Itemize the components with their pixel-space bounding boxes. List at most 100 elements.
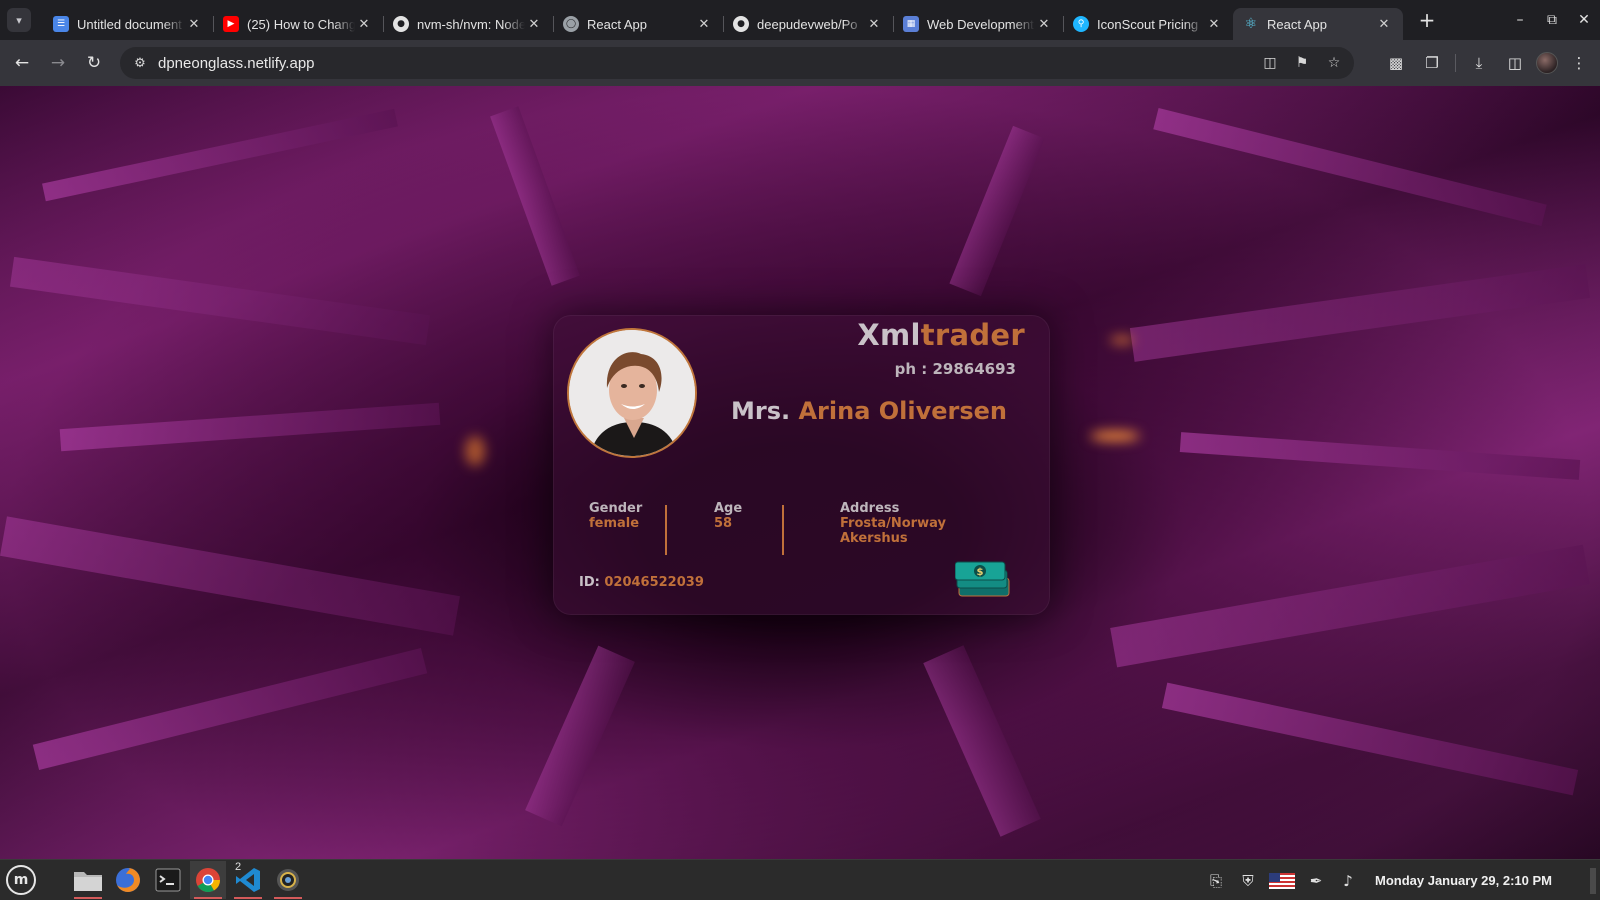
minimize-icon[interactable]: – <box>1504 12 1536 28</box>
toolbar-divider <box>1455 54 1456 72</box>
brand-part-2: trader <box>920 318 1025 352</box>
tab-nvm[interactable]: ● nvm-sh/nvm: Node ✕ <box>383 8 553 40</box>
close-icon[interactable]: ✕ <box>1375 17 1393 32</box>
tab-react-app-1[interactable]: ◯ React App ✕ <box>553 8 723 40</box>
close-icon[interactable]: ✕ <box>865 17 883 32</box>
tab-title: (25) How to Change <box>247 16 355 32</box>
profile-card: Xmltrader ph : 29864693 Mrs. Arina Olive… <box>553 315 1050 615</box>
screenshot-icon[interactable] <box>270 861 306 899</box>
shield-icon[interactable]: ⛨ <box>1237 872 1259 890</box>
tab-title: IconScout Pricing <box>1097 16 1199 32</box>
new-tab-button[interactable]: + <box>1415 8 1439 32</box>
page-viewport: Xmltrader ph : 29864693 Mrs. Arina Olive… <box>0 86 1600 859</box>
age-field: Age 58 <box>714 501 742 531</box>
bookmark-star-icon[interactable]: ☆ <box>1322 55 1346 71</box>
forward-icon[interactable]: → <box>40 53 76 73</box>
tab-title: deepudevweb/Po <box>757 16 858 32</box>
address-bar[interactable]: ⚙ dpneonglass.netlify.app ◫ ⚑ ☆ <box>120 47 1354 79</box>
tab-youtube[interactable]: ▶ (25) How to Change ✕ <box>213 8 383 40</box>
close-icon[interactable]: ✕ <box>1035 17 1053 32</box>
tab-deepudevweb[interactable]: ● deepudevweb/Po ✕ <box>723 8 893 40</box>
close-icon[interactable]: ✕ <box>355 17 373 32</box>
profile-photo-image <box>569 330 695 456</box>
music-note-icon[interactable]: ♪ <box>1337 872 1359 890</box>
tab-strip: ▾ ☰ Untitled document ✕ ▶ (25) How to Ch… <box>0 0 1600 40</box>
react-icon: ⚛ <box>1244 16 1258 32</box>
github-icon: ● <box>733 16 749 32</box>
brand-part-1: Xml <box>857 318 921 352</box>
omnibox-actions: ◫ ⚑ ☆ <box>1258 55 1346 71</box>
brand-logo-text: Xmltrader <box>857 318 1025 352</box>
back-icon[interactable]: ← <box>4 53 40 73</box>
iconscout-icon: ⚲ <box>1073 16 1089 32</box>
clock[interactable]: Monday January 29, 2:10 PM <box>1375 873 1552 888</box>
download-icon[interactable]: ⤓ <box>1464 54 1494 72</box>
name-title: Mrs. <box>731 397 791 425</box>
clipboard-icon[interactable]: ⎘ <box>1205 872 1227 890</box>
id-label: ID: <box>579 575 600 590</box>
extensions-icon[interactable]: ❐ <box>1417 54 1447 72</box>
tab-web-development[interactable]: ▦ Web Development ✕ <box>893 8 1063 40</box>
person-name: Mrs. Arina Oliversen <box>731 397 1007 425</box>
close-window-icon[interactable]: ✕ <box>1568 12 1600 28</box>
translate-icon[interactable]: ⚑ <box>1290 55 1314 71</box>
toolbar-actions: ▩ ❐ ⤓ ◫ ⋮ <box>1381 40 1594 86</box>
docs-icon: ☰ <box>53 16 69 32</box>
tab-title: nvm-sh/nvm: Node <box>417 16 525 32</box>
svg-text:$: $ <box>977 567 984 578</box>
money-stack-icon: $ <box>955 561 1010 597</box>
age-value: 58 <box>714 516 733 531</box>
profile-avatar[interactable] <box>1536 52 1558 74</box>
vscode-icon[interactable]: 2 <box>230 861 266 899</box>
field-divider <box>782 505 784 555</box>
tab-title: React App <box>1267 16 1327 32</box>
tab-search-button[interactable]: ▾ <box>7 8 31 32</box>
page-icon: ▦ <box>903 16 919 32</box>
youtube-icon: ▶ <box>223 16 239 32</box>
terminal-icon[interactable] <box>150 861 186 899</box>
site-info-icon[interactable]: ⚙ <box>124 56 156 71</box>
phone-number: ph : 29864693 <box>894 360 1016 378</box>
id-value: 02046522039 <box>604 575 704 590</box>
tab-title: React App <box>587 16 647 32</box>
taskbar-launchers: 2 <box>70 861 306 899</box>
tab-title: Untitled document <box>77 16 182 32</box>
age-label: Age <box>714 501 743 516</box>
restore-icon[interactable]: ⧉ <box>1536 12 1568 28</box>
browser-toolbar: ← → ↻ ⚙ dpneonglass.netlify.app ◫ ⚑ ☆ ▩ … <box>0 40 1600 86</box>
field-divider <box>665 505 667 555</box>
id-line: ID: 02046522039 <box>579 575 704 590</box>
side-panel-icon[interactable]: ◫ <box>1500 54 1530 72</box>
address-field: Address Frosta/Norway Akershus <box>840 501 946 546</box>
pen-icon[interactable]: ✒ <box>1305 872 1327 890</box>
url-text[interactable]: dpneonglass.netlify.app <box>158 55 315 72</box>
close-icon[interactable]: ✕ <box>1205 17 1223 32</box>
install-app-icon[interactable]: ◫ <box>1258 55 1282 71</box>
media-icon[interactable]: ▩ <box>1381 54 1411 72</box>
start-menu-icon[interactable]: m <box>6 865 36 895</box>
files-icon[interactable] <box>70 861 106 899</box>
github-icon: ● <box>393 16 409 32</box>
taskbar: m 2 ⎘ ⛨ ✒ ♪ Monday January 29, 2:10 PM <box>0 859 1600 900</box>
tab-title: Web Development <box>927 16 1034 32</box>
reload-icon[interactable]: ↻ <box>76 53 112 73</box>
globe-icon: ◯ <box>563 16 579 32</box>
tab-iconscout[interactable]: ⚲ IconScout Pricing ✕ <box>1063 8 1233 40</box>
chrome-icon[interactable] <box>190 861 226 899</box>
close-icon[interactable]: ✕ <box>525 17 543 32</box>
menu-kebab-icon[interactable]: ⋮ <box>1564 54 1594 72</box>
close-icon[interactable]: ✕ <box>185 17 203 32</box>
show-desktop-button[interactable] <box>1590 868 1596 894</box>
tab-list: ☰ Untitled document ✕ ▶ (25) How to Chan… <box>43 0 1403 40</box>
window-controls: – ⧉ ✕ <box>1504 0 1600 40</box>
close-icon[interactable]: ✕ <box>695 17 713 32</box>
address-line-1: Frosta/Norway <box>840 516 946 531</box>
tab-react-app-active[interactable]: ⚛ React App ✕ <box>1233 8 1403 40</box>
system-tray: ⎘ ⛨ ✒ ♪ Monday January 29, 2:10 PM <box>1205 860 1552 900</box>
address-line-2: Akershus <box>840 531 908 546</box>
us-flag-keyboard-icon[interactable] <box>1268 872 1295 889</box>
gender-value: female <box>589 516 640 531</box>
tab-untitled-document[interactable]: ☰ Untitled document ✕ <box>43 8 213 40</box>
gender-label: Gender <box>589 501 643 516</box>
firefox-icon[interactable] <box>110 861 146 899</box>
